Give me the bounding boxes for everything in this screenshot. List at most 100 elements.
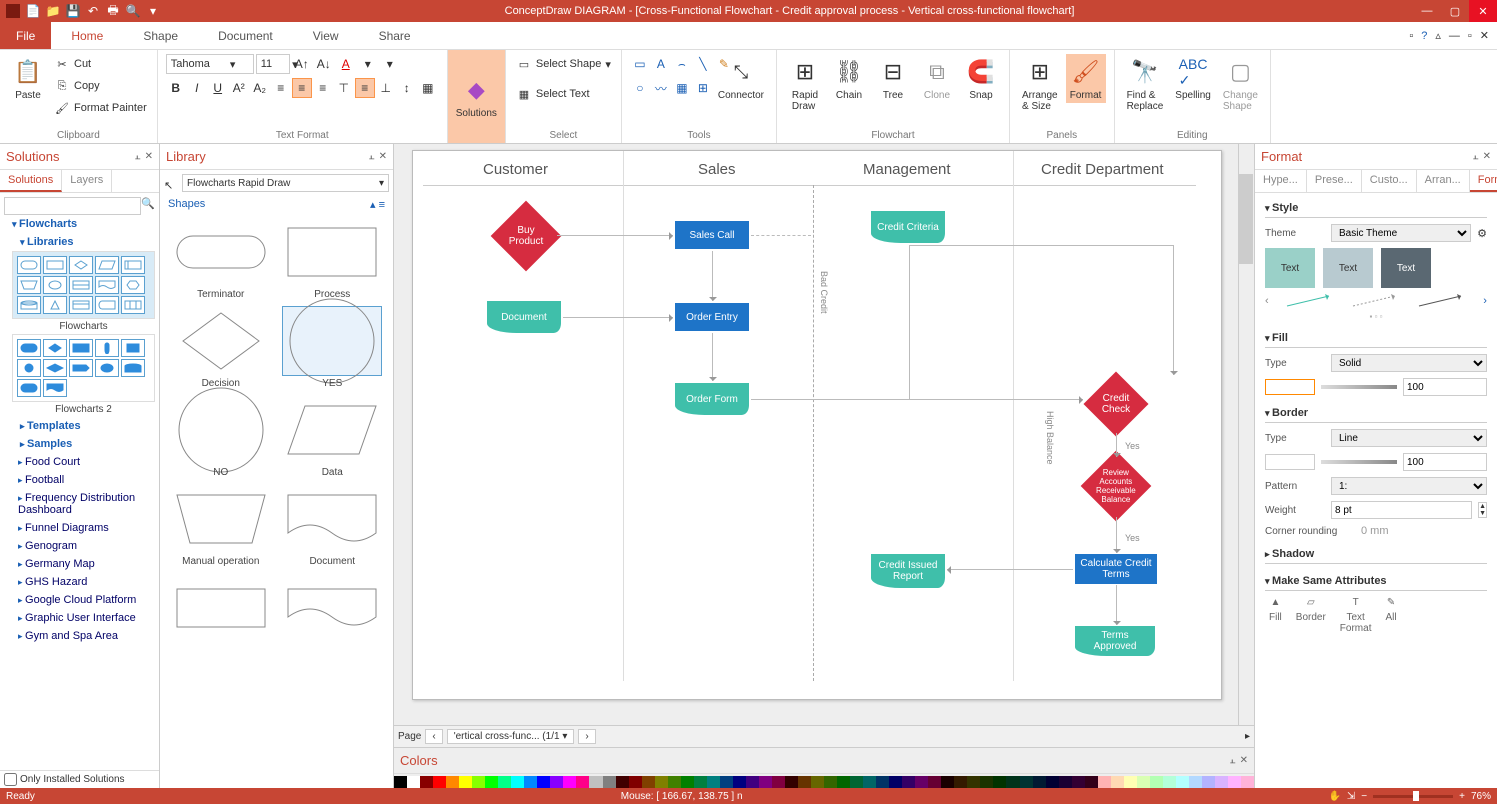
shape-extra1[interactable] <box>168 573 274 643</box>
ellipse-tool-icon[interactable]: ○ <box>630 78 650 98</box>
align-left-button[interactable]: ≡ <box>271 78 291 98</box>
solution-item[interactable]: Funnel Diagrams <box>4 519 155 537</box>
color-swatch[interactable] <box>707 776 720 788</box>
page-add-icon[interactable]: ▸ <box>1245 731 1250 742</box>
color-swatch[interactable] <box>498 776 511 788</box>
change-shape-button[interactable]: ▢Change Shape <box>1219 54 1262 114</box>
color-swatch[interactable] <box>694 776 707 788</box>
tab-hype[interactable]: Hype... <box>1255 170 1307 192</box>
color-swatch[interactable] <box>446 776 459 788</box>
superscript-button[interactable]: A² <box>229 78 249 98</box>
shape-manual[interactable]: Manual operation <box>168 484 274 567</box>
theme-next-icon[interactable]: › <box>1483 295 1487 307</box>
same-fill-button[interactable]: ▲Fill <box>1269 597 1282 634</box>
rect-tool-icon[interactable]: ▭ <box>630 54 650 74</box>
border-color-swatch[interactable] <box>1265 454 1315 470</box>
node-order-entry[interactable]: Order Entry <box>675 303 749 331</box>
connector-button[interactable]: ⤡ Connector <box>714 54 768 103</box>
tab-prese[interactable]: Prese... <box>1307 170 1362 192</box>
color-swatch[interactable] <box>980 776 993 788</box>
color-swatch[interactable] <box>941 776 954 788</box>
format-button[interactable]: 🖌Format <box>1066 54 1106 103</box>
tab-layers[interactable]: Layers <box>62 170 112 192</box>
fill-opacity-slider[interactable] <box>1321 385 1397 389</box>
shape-terminator[interactable]: Terminator <box>168 217 274 300</box>
color-swatch[interactable] <box>733 776 746 788</box>
weight-up[interactable]: ▲ <box>1479 503 1486 510</box>
color-swatch[interactable] <box>902 776 915 788</box>
font-inc-icon[interactable]: A↑ <box>292 54 312 74</box>
fill-color-swatch[interactable] <box>1265 379 1315 395</box>
pin-icon[interactable]: ⫠ <box>1230 755 1236 766</box>
arrange-button[interactable]: ⊞Arrange & Size <box>1018 54 1062 114</box>
color-swatch[interactable] <box>433 776 446 788</box>
close-button[interactable]: ✕ <box>1469 0 1497 22</box>
theme-box-3[interactable]: Text <box>1381 248 1431 288</box>
color-swatch[interactable] <box>1189 776 1202 788</box>
node-terms-approved[interactable]: Terms Approved <box>1075 626 1155 656</box>
menu-icon[interactable]: ≡ <box>379 199 385 211</box>
chain-button[interactable]: ⛓Chain <box>829 54 869 103</box>
arrow-style-3[interactable] <box>1417 294 1467 308</box>
line-tool-icon[interactable]: ╲ <box>693 54 713 74</box>
node-credit-report[interactable]: Credit Issued Report <box>871 554 945 588</box>
solution-item[interactable]: Gym and Spa Area <box>4 627 155 645</box>
color-swatch[interactable] <box>668 776 681 788</box>
close-panel-icon[interactable]: ✕ <box>1483 151 1491 162</box>
font-size-select[interactable]: 11▾ <box>256 54 290 74</box>
minimize2-icon[interactable]: — <box>1449 30 1460 42</box>
node-order-form[interactable]: Order Form <box>675 383 749 415</box>
only-installed-check[interactable]: Only Installed Solutions <box>0 770 159 788</box>
hand-icon[interactable]: ✋ <box>1328 791 1340 802</box>
color-swatch[interactable] <box>993 776 1006 788</box>
color-swatch[interactable] <box>616 776 629 788</box>
color-swatch[interactable] <box>1124 776 1137 788</box>
solution-item[interactable]: Food Court <box>4 453 155 471</box>
color-swatch[interactable] <box>1006 776 1019 788</box>
border-header[interactable]: Border <box>1265 404 1487 423</box>
color-swatch[interactable] <box>537 776 550 788</box>
tab-view[interactable]: View <box>293 22 359 49</box>
library-selector[interactable]: Flowcharts Rapid Draw▾ <box>182 174 389 192</box>
color-swatch[interactable] <box>563 776 576 788</box>
tree-templates[interactable]: Templates <box>12 417 155 435</box>
zoom-in-icon[interactable]: + <box>1459 791 1465 802</box>
font-dec-icon[interactable]: A↓ <box>314 54 334 74</box>
color-swatch[interactable] <box>576 776 589 788</box>
node-credit-criteria[interactable]: Credit Criteria <box>871 211 945 243</box>
color-swatch[interactable] <box>954 776 967 788</box>
close-panel-icon[interactable]: ✕ <box>145 151 153 162</box>
tab-custo[interactable]: Custo... <box>1362 170 1417 192</box>
tree-flowcharts[interactable]: Flowcharts <box>4 215 155 233</box>
fill-color-icon[interactable]: ▾ <box>380 54 400 74</box>
color-swatch[interactable] <box>550 776 563 788</box>
tab-arran[interactable]: Arran... <box>1417 170 1470 192</box>
same-text-button[interactable]: TText Format <box>1340 597 1372 634</box>
color-swatch[interactable] <box>1098 776 1111 788</box>
qat-dropdown-icon[interactable]: ▾ <box>146 4 160 18</box>
color-swatch[interactable] <box>1137 776 1150 788</box>
color-swatch[interactable] <box>629 776 642 788</box>
color-swatch[interactable] <box>1033 776 1046 788</box>
table-tool-icon[interactable]: ▦ <box>672 78 692 98</box>
color-swatch[interactable] <box>1215 776 1228 788</box>
select-text-button[interactable]: ▦Select Text <box>514 84 613 104</box>
maximize-button[interactable]: ▢ <box>1441 0 1469 22</box>
solution-item[interactable]: Frequency Distribution Dashboard <box>4 489 155 519</box>
shape-extra2[interactable] <box>280 573 386 643</box>
color-swatch[interactable] <box>407 776 420 788</box>
solution-item[interactable]: Football <box>4 471 155 489</box>
clone-button[interactable]: ⧉Clone <box>917 54 957 103</box>
restore-icon[interactable]: ▫ <box>1468 30 1472 42</box>
shape-document[interactable]: Document <box>280 484 386 567</box>
pattern-select[interactable]: 1: <box>1331 477 1487 495</box>
collapse-ribbon-icon[interactable]: ▵ <box>1435 29 1441 42</box>
zoom-out-icon[interactable]: − <box>1361 791 1367 802</box>
color-swatch[interactable] <box>928 776 941 788</box>
tab-document[interactable]: Document <box>198 22 293 49</box>
pin-icon[interactable]: ⫠ <box>369 151 375 162</box>
node-calc-terms[interactable]: Calculate Credit Terms <box>1075 554 1157 584</box>
vscroll-track[interactable] <box>1238 144 1252 725</box>
same-attr-header[interactable]: Make Same Attributes <box>1265 572 1487 591</box>
color-swatch[interactable] <box>863 776 876 788</box>
